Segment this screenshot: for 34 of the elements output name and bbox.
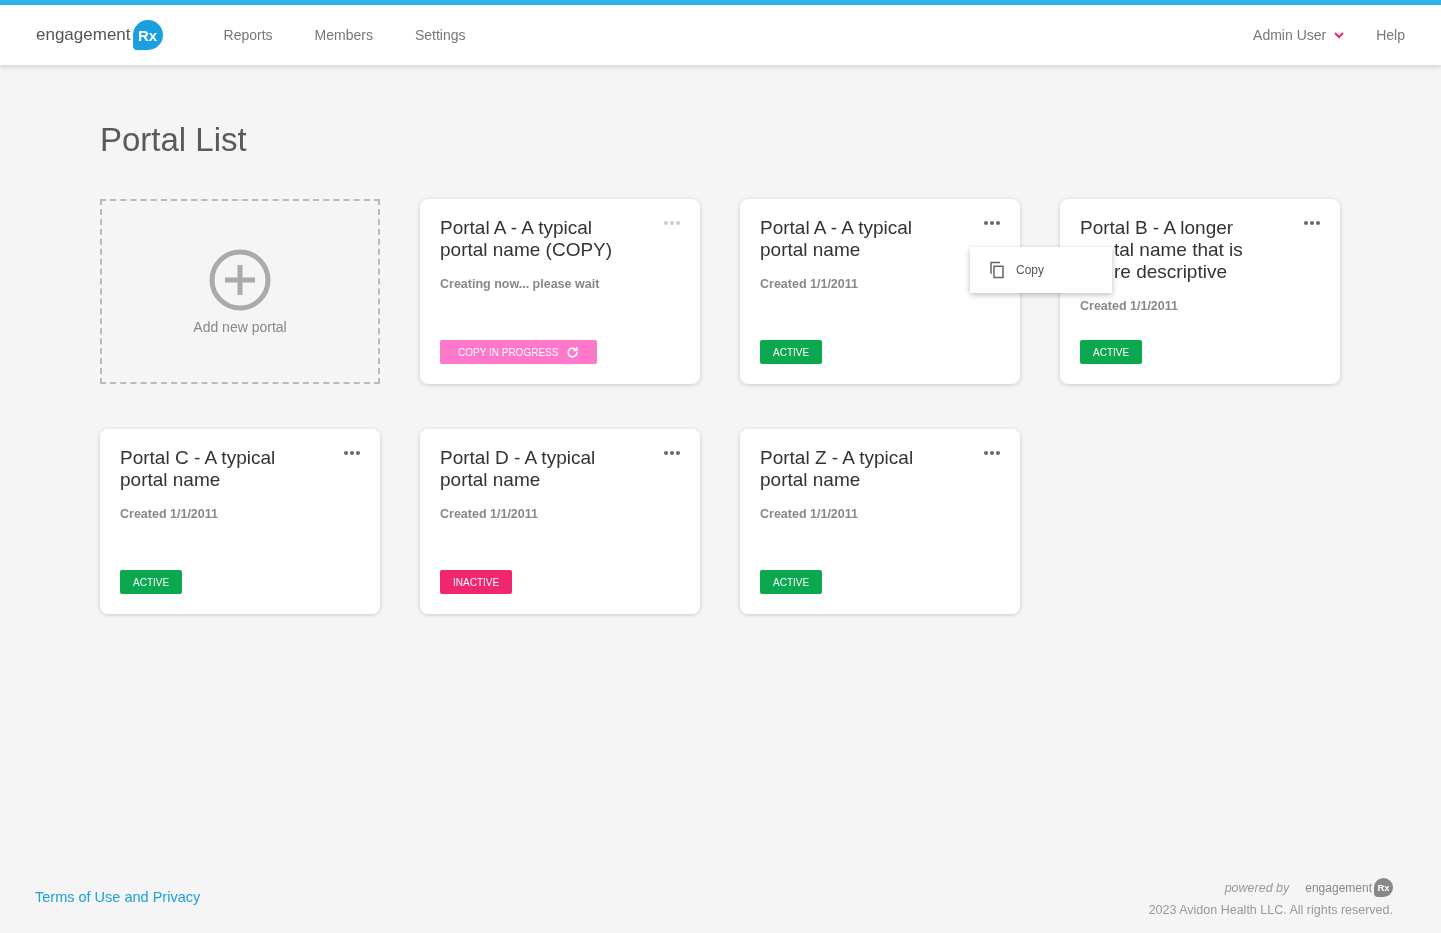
logo[interactable]: engagement Rx	[36, 20, 163, 50]
portal-title: Portal A - A typical portal name (COPY)	[440, 217, 613, 261]
page-title: Portal List	[100, 121, 248, 159]
portal-title: Portal D - A typical portal name	[440, 447, 596, 491]
portal-title: Portal Z - A typical portal name	[760, 447, 914, 491]
copy-icon	[988, 261, 1006, 279]
portal-subtitle: Created 1/1/2011	[1080, 299, 1179, 313]
nav-link[interactable]: Reports	[223, 27, 273, 43]
status-badge: ACTIVE	[120, 570, 183, 594]
nav-link[interactable]: Members	[314, 27, 373, 43]
chevron-down-icon	[1334, 31, 1345, 39]
portal-subtitle: Created 1/1/2011	[120, 507, 219, 521]
copy-menu-item[interactable]: Copy	[970, 255, 1112, 285]
status-badge: ACTIVE	[760, 340, 823, 364]
logo: engagement Rx	[1305, 878, 1393, 897]
status-badge: ACTIVE	[1080, 340, 1143, 364]
portal-title: Portal A - A typical portal name	[760, 217, 913, 261]
nav-link[interactable]: Settings	[414, 27, 466, 43]
user-menu-button[interactable]: Admin User	[1247, 26, 1351, 44]
copyright-text: 2023 Avidon Health LLC. All rights reserved.	[1148, 903, 1393, 917]
plus-circle-icon	[209, 248, 271, 311]
terms-link[interactable]: Terms of Use and Privacy	[35, 889, 201, 905]
status-badge: ACTIVE	[760, 570, 823, 594]
portal-subtitle: Created 1/1/2011	[760, 507, 859, 521]
status-badge: INACTIVE	[440, 570, 513, 594]
help-link[interactable]: Help	[1376, 27, 1405, 43]
status-badge: COPY IN PROGRESS	[440, 340, 598, 364]
powered-by-text: powered by	[1224, 880, 1290, 895]
portal-subtitle: Creating now... please wait	[440, 277, 601, 291]
portal-subtitle: Created 1/1/2011	[440, 507, 539, 521]
portal-subtitle: Created 1/1/2011	[760, 277, 859, 291]
refresh-icon	[566, 345, 580, 359]
portal-title: Portal C - A typical portal name	[120, 447, 276, 491]
add-portal-button[interactable]: Add new portal	[100, 199, 380, 384]
